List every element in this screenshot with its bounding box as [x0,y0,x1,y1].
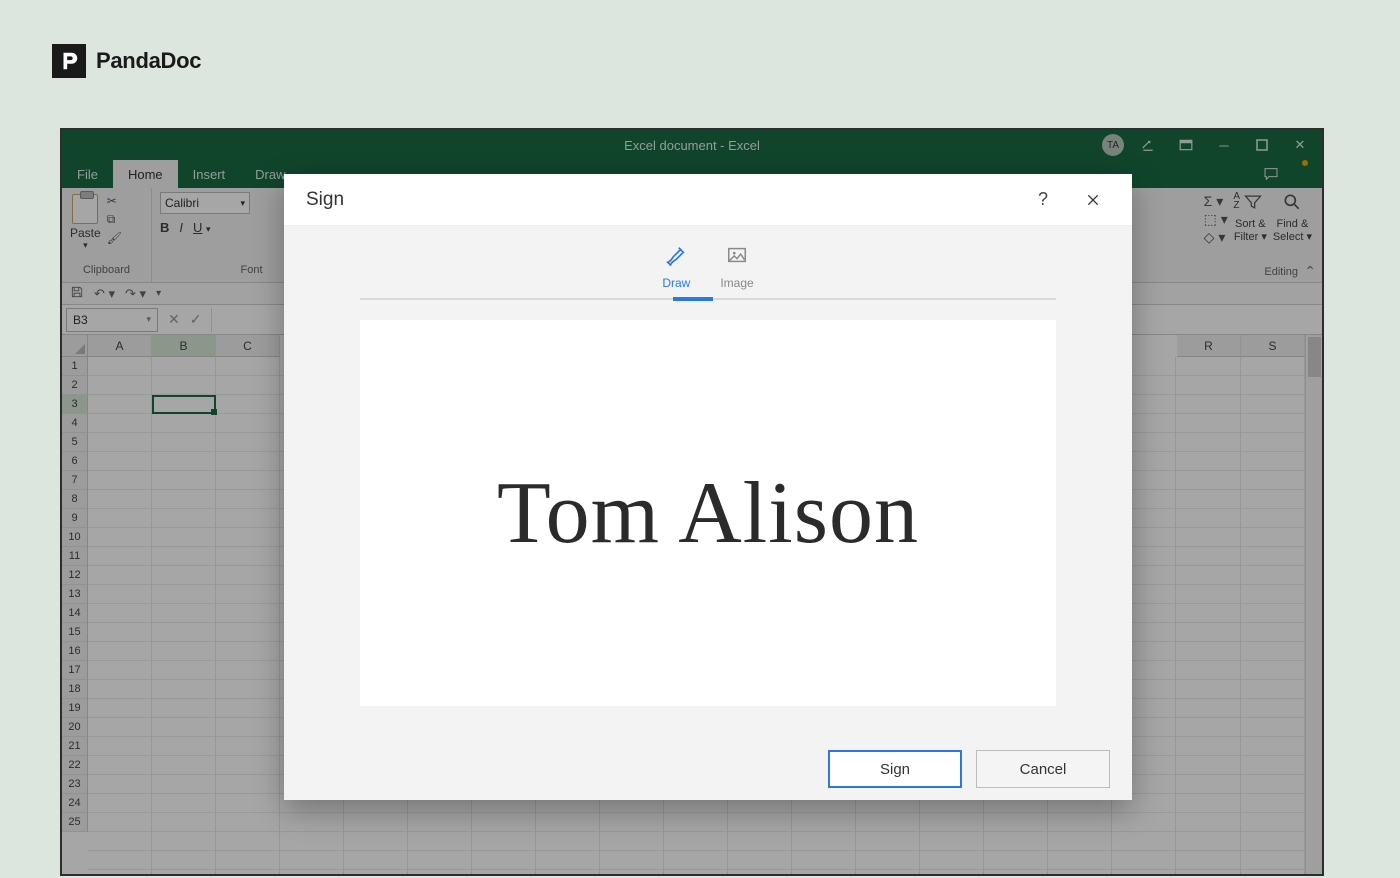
dialog-body: Draw Image Tom Alison [284,226,1132,738]
signature-text: Tom Alison [497,463,919,564]
tab-image-label: Image [720,276,753,290]
pandadoc-mark-icon [52,44,86,78]
cancel-button-label: Cancel [1020,761,1067,778]
sign-button[interactable]: Sign [828,750,962,788]
tab-underline [360,298,1056,300]
tab-draw-label: Draw [662,276,690,290]
tab-image[interactable]: Image [720,244,753,298]
image-icon [726,244,748,272]
dialog-title: Sign [306,189,344,211]
dialog-footer: Sign Cancel [284,738,1132,800]
pandadoc-logo: PandaDoc [52,44,201,78]
cancel-button[interactable]: Cancel [976,750,1110,788]
sign-button-label: Sign [880,761,910,778]
dialog-titlebar: Sign ? [284,174,1132,226]
active-tab-indicator [673,297,713,301]
dialog-tabs: Draw Image [662,244,753,298]
pen-icon [665,244,687,272]
pandadoc-brand-text: PandaDoc [96,48,201,74]
sign-dialog: Sign ? Draw Image Tom Alison [284,174,1132,800]
help-button[interactable]: ? [1026,183,1060,217]
tab-draw[interactable]: Draw [662,244,690,298]
close-dialog-button[interactable] [1076,183,1110,217]
signature-canvas[interactable]: Tom Alison [360,320,1056,706]
